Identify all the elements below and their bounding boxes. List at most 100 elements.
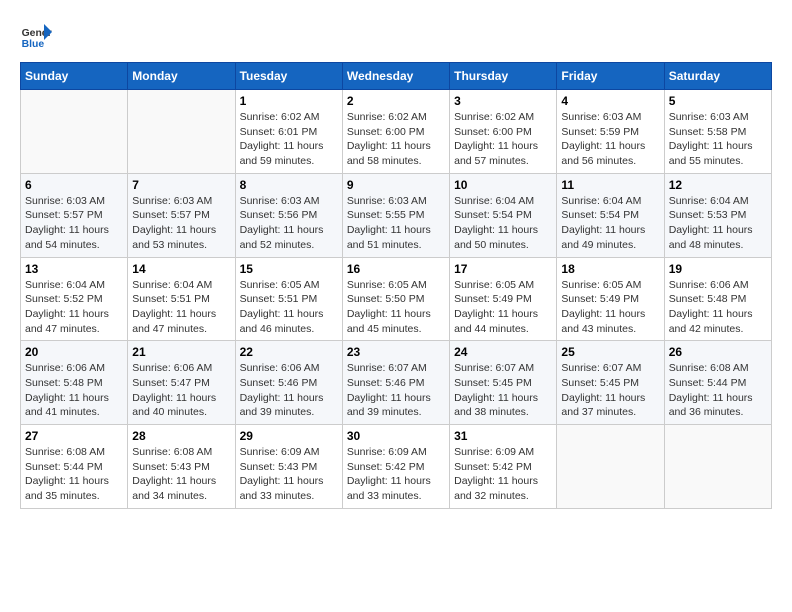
calendar-cell: 22Sunrise: 6:06 AM Sunset: 5:46 PM Dayli… [235, 341, 342, 425]
day-info: Sunrise: 6:09 AM Sunset: 5:43 PM Dayligh… [240, 445, 338, 504]
calendar-cell: 31 Sunrise: 6:09 AM Sunset: 5:42 PM Dayli… [450, 425, 557, 509]
calendar-cell: 7 Sunrise: 6:03 AM Sunset: 5:57 PM Daylig… [128, 173, 235, 257]
day-number: 23 [347, 345, 445, 359]
calendar-cell: 15Sunrise: 6:05 AM Sunset: 5:51 PM Dayli… [235, 257, 342, 341]
calendar-cell [557, 425, 664, 509]
day-number: 1 [240, 94, 338, 108]
day-info: Sunrise: 6:09 AM Sunset: 5:42 PM Dayligh… [347, 445, 445, 504]
day-number: 7 [132, 178, 230, 192]
day-number: 24 [454, 345, 552, 359]
day-info: Sunrise: 6:09 AM Sunset: 5:42 PM Dayligh… [454, 445, 552, 504]
day-info: Sunrise: 6:03 AM Sunset: 5:59 PM Dayligh… [561, 110, 659, 169]
day-number: 13 [25, 262, 123, 276]
calendar-week-row: 13 Sunrise: 6:04 AM Sunset: 5:52 PM Dayli… [21, 257, 772, 341]
calendar-cell: 26 Sunrise: 6:08 AM Sunset: 5:44 PM Dayli… [664, 341, 771, 425]
day-number: 30 [347, 429, 445, 443]
day-info: Sunrise: 6:02 AM Sunset: 6:01 PM Dayligh… [240, 110, 338, 169]
weekday-header: Friday [557, 63, 664, 90]
day-number: 3 [454, 94, 552, 108]
day-number: 29 [240, 429, 338, 443]
logo-icon: General Blue [20, 20, 52, 52]
calendar-week-row: 20 Sunrise: 6:06 AM Sunset: 5:48 PM Dayli… [21, 341, 772, 425]
calendar-cell: 11 Sunrise: 6:04 AM Sunset: 5:54 PM Dayli… [557, 173, 664, 257]
day-info: Sunrise: 6:07 AM Sunset: 5:46 PM Dayligh… [347, 361, 445, 420]
day-info: Sunrise: 6:08 AM Sunset: 5:43 PM Dayligh… [132, 445, 230, 504]
day-number: 25 [561, 345, 659, 359]
weekday-header: Sunday [21, 63, 128, 90]
day-info: Sunrise: 6:06 AM Sunset: 5:47 PM Dayligh… [132, 361, 230, 420]
calendar-cell: 21 Sunrise: 6:06 AM Sunset: 5:47 PM Dayli… [128, 341, 235, 425]
calendar-cell: 12 Sunrise: 6:04 AM Sunset: 5:53 PM Dayli… [664, 173, 771, 257]
day-number: 11 [561, 178, 659, 192]
day-info: Sunrise: 6:08 AM Sunset: 5:44 PM Dayligh… [25, 445, 123, 504]
calendar-cell [664, 425, 771, 509]
day-number: 28 [132, 429, 230, 443]
day-info: Sunrise: 6:06 AM Sunset: 5:48 PM Dayligh… [669, 278, 767, 337]
day-info: Sunrise: 6:02 AM Sunset: 6:00 PM Dayligh… [454, 110, 552, 169]
day-number: 27 [25, 429, 123, 443]
day-number: 9 [347, 178, 445, 192]
day-info: Sunrise: 6:05 AM Sunset: 5:51 PM Dayligh… [240, 278, 338, 337]
day-number: 21 [132, 345, 230, 359]
day-number: 17 [454, 262, 552, 276]
day-number: 20 [25, 345, 123, 359]
day-info: Sunrise: 6:05 AM Sunset: 5:50 PM Dayligh… [347, 278, 445, 337]
day-info: Sunrise: 6:04 AM Sunset: 5:54 PM Dayligh… [561, 194, 659, 253]
calendar-cell: 29 Sunrise: 6:09 AM Sunset: 5:43 PM Dayli… [235, 425, 342, 509]
day-number: 10 [454, 178, 552, 192]
calendar-cell: 4 Sunrise: 6:03 AM Sunset: 5:59 PM Daylig… [557, 90, 664, 174]
calendar-cell: 2 Sunrise: 6:02 AM Sunset: 6:00 PM Daylig… [342, 90, 449, 174]
calendar-week-row: 27 Sunrise: 6:08 AM Sunset: 5:44 PM Dayli… [21, 425, 772, 509]
calendar-cell: 28 Sunrise: 6:08 AM Sunset: 5:43 PM Dayli… [128, 425, 235, 509]
calendar-cell: 19 Sunrise: 6:06 AM Sunset: 5:48 PM Dayli… [664, 257, 771, 341]
day-number: 31 [454, 429, 552, 443]
day-info: Sunrise: 6:04 AM Sunset: 5:54 PM Dayligh… [454, 194, 552, 253]
day-info: Sunrise: 6:04 AM Sunset: 5:53 PM Dayligh… [669, 194, 767, 253]
day-number: 12 [669, 178, 767, 192]
day-number: 4 [561, 94, 659, 108]
weekday-header: Monday [128, 63, 235, 90]
day-number: 26 [669, 345, 767, 359]
calendar-header-row: SundayMondayTuesdayWednesdayThursdayFrid… [21, 63, 772, 90]
day-info: Sunrise: 6:06 AM Sunset: 5:48 PM Dayligh… [25, 361, 123, 420]
day-info: Sunrise: 6:08 AM Sunset: 5:44 PM Dayligh… [669, 361, 767, 420]
weekday-header: Thursday [450, 63, 557, 90]
day-number: 16 [347, 262, 445, 276]
calendar-cell: 24 Sunrise: 6:07 AM Sunset: 5:45 PM Dayli… [450, 341, 557, 425]
logo: General Blue [20, 20, 54, 52]
day-info: Sunrise: 6:03 AM Sunset: 5:57 PM Dayligh… [132, 194, 230, 253]
day-info: Sunrise: 6:07 AM Sunset: 5:45 PM Dayligh… [454, 361, 552, 420]
calendar-cell: 3 Sunrise: 6:02 AM Sunset: 6:00 PM Daylig… [450, 90, 557, 174]
calendar-cell: 25 Sunrise: 6:07 AM Sunset: 5:45 PM Dayli… [557, 341, 664, 425]
day-info: Sunrise: 6:05 AM Sunset: 5:49 PM Dayligh… [561, 278, 659, 337]
calendar-cell: 14Sunrise: 6:04 AM Sunset: 5:51 PM Dayli… [128, 257, 235, 341]
calendar-cell: 16 Sunrise: 6:05 AM Sunset: 5:50 PM Dayli… [342, 257, 449, 341]
day-number: 2 [347, 94, 445, 108]
day-number: 22 [240, 345, 338, 359]
day-info: Sunrise: 6:03 AM Sunset: 5:57 PM Dayligh… [25, 194, 123, 253]
day-info: Sunrise: 6:02 AM Sunset: 6:00 PM Dayligh… [347, 110, 445, 169]
day-number: 14 [132, 262, 230, 276]
weekday-header: Wednesday [342, 63, 449, 90]
calendar-week-row: 6 Sunrise: 6:03 AM Sunset: 5:57 PM Daylig… [21, 173, 772, 257]
calendar-cell [128, 90, 235, 174]
calendar-cell: 23 Sunrise: 6:07 AM Sunset: 5:46 PM Dayli… [342, 341, 449, 425]
day-info: Sunrise: 6:03 AM Sunset: 5:58 PM Dayligh… [669, 110, 767, 169]
calendar-cell: 20 Sunrise: 6:06 AM Sunset: 5:48 PM Dayli… [21, 341, 128, 425]
calendar-cell: 17 Sunrise: 6:05 AM Sunset: 5:49 PM Dayli… [450, 257, 557, 341]
calendar-cell: 1 Sunrise: 6:02 AM Sunset: 6:01 PM Daylig… [235, 90, 342, 174]
calendar-week-row: 1 Sunrise: 6:02 AM Sunset: 6:01 PM Daylig… [21, 90, 772, 174]
calendar-cell: 6 Sunrise: 6:03 AM Sunset: 5:57 PM Daylig… [21, 173, 128, 257]
day-info: Sunrise: 6:07 AM Sunset: 5:45 PM Dayligh… [561, 361, 659, 420]
calendar-cell: 8Sunrise: 6:03 AM Sunset: 5:56 PM Daylig… [235, 173, 342, 257]
day-number: 19 [669, 262, 767, 276]
day-number: 6 [25, 178, 123, 192]
day-number: 18 [561, 262, 659, 276]
calendar-table: SundayMondayTuesdayWednesdayThursdayFrid… [20, 62, 772, 509]
calendar-cell: 10 Sunrise: 6:04 AM Sunset: 5:54 PM Dayli… [450, 173, 557, 257]
weekday-header: Tuesday [235, 63, 342, 90]
day-info: Sunrise: 6:03 AM Sunset: 5:55 PM Dayligh… [347, 194, 445, 253]
day-info: Sunrise: 6:04 AM Sunset: 5:52 PM Dayligh… [25, 278, 123, 337]
day-info: Sunrise: 6:05 AM Sunset: 5:49 PM Dayligh… [454, 278, 552, 337]
day-info: Sunrise: 6:03 AM Sunset: 5:56 PM Dayligh… [240, 194, 338, 253]
